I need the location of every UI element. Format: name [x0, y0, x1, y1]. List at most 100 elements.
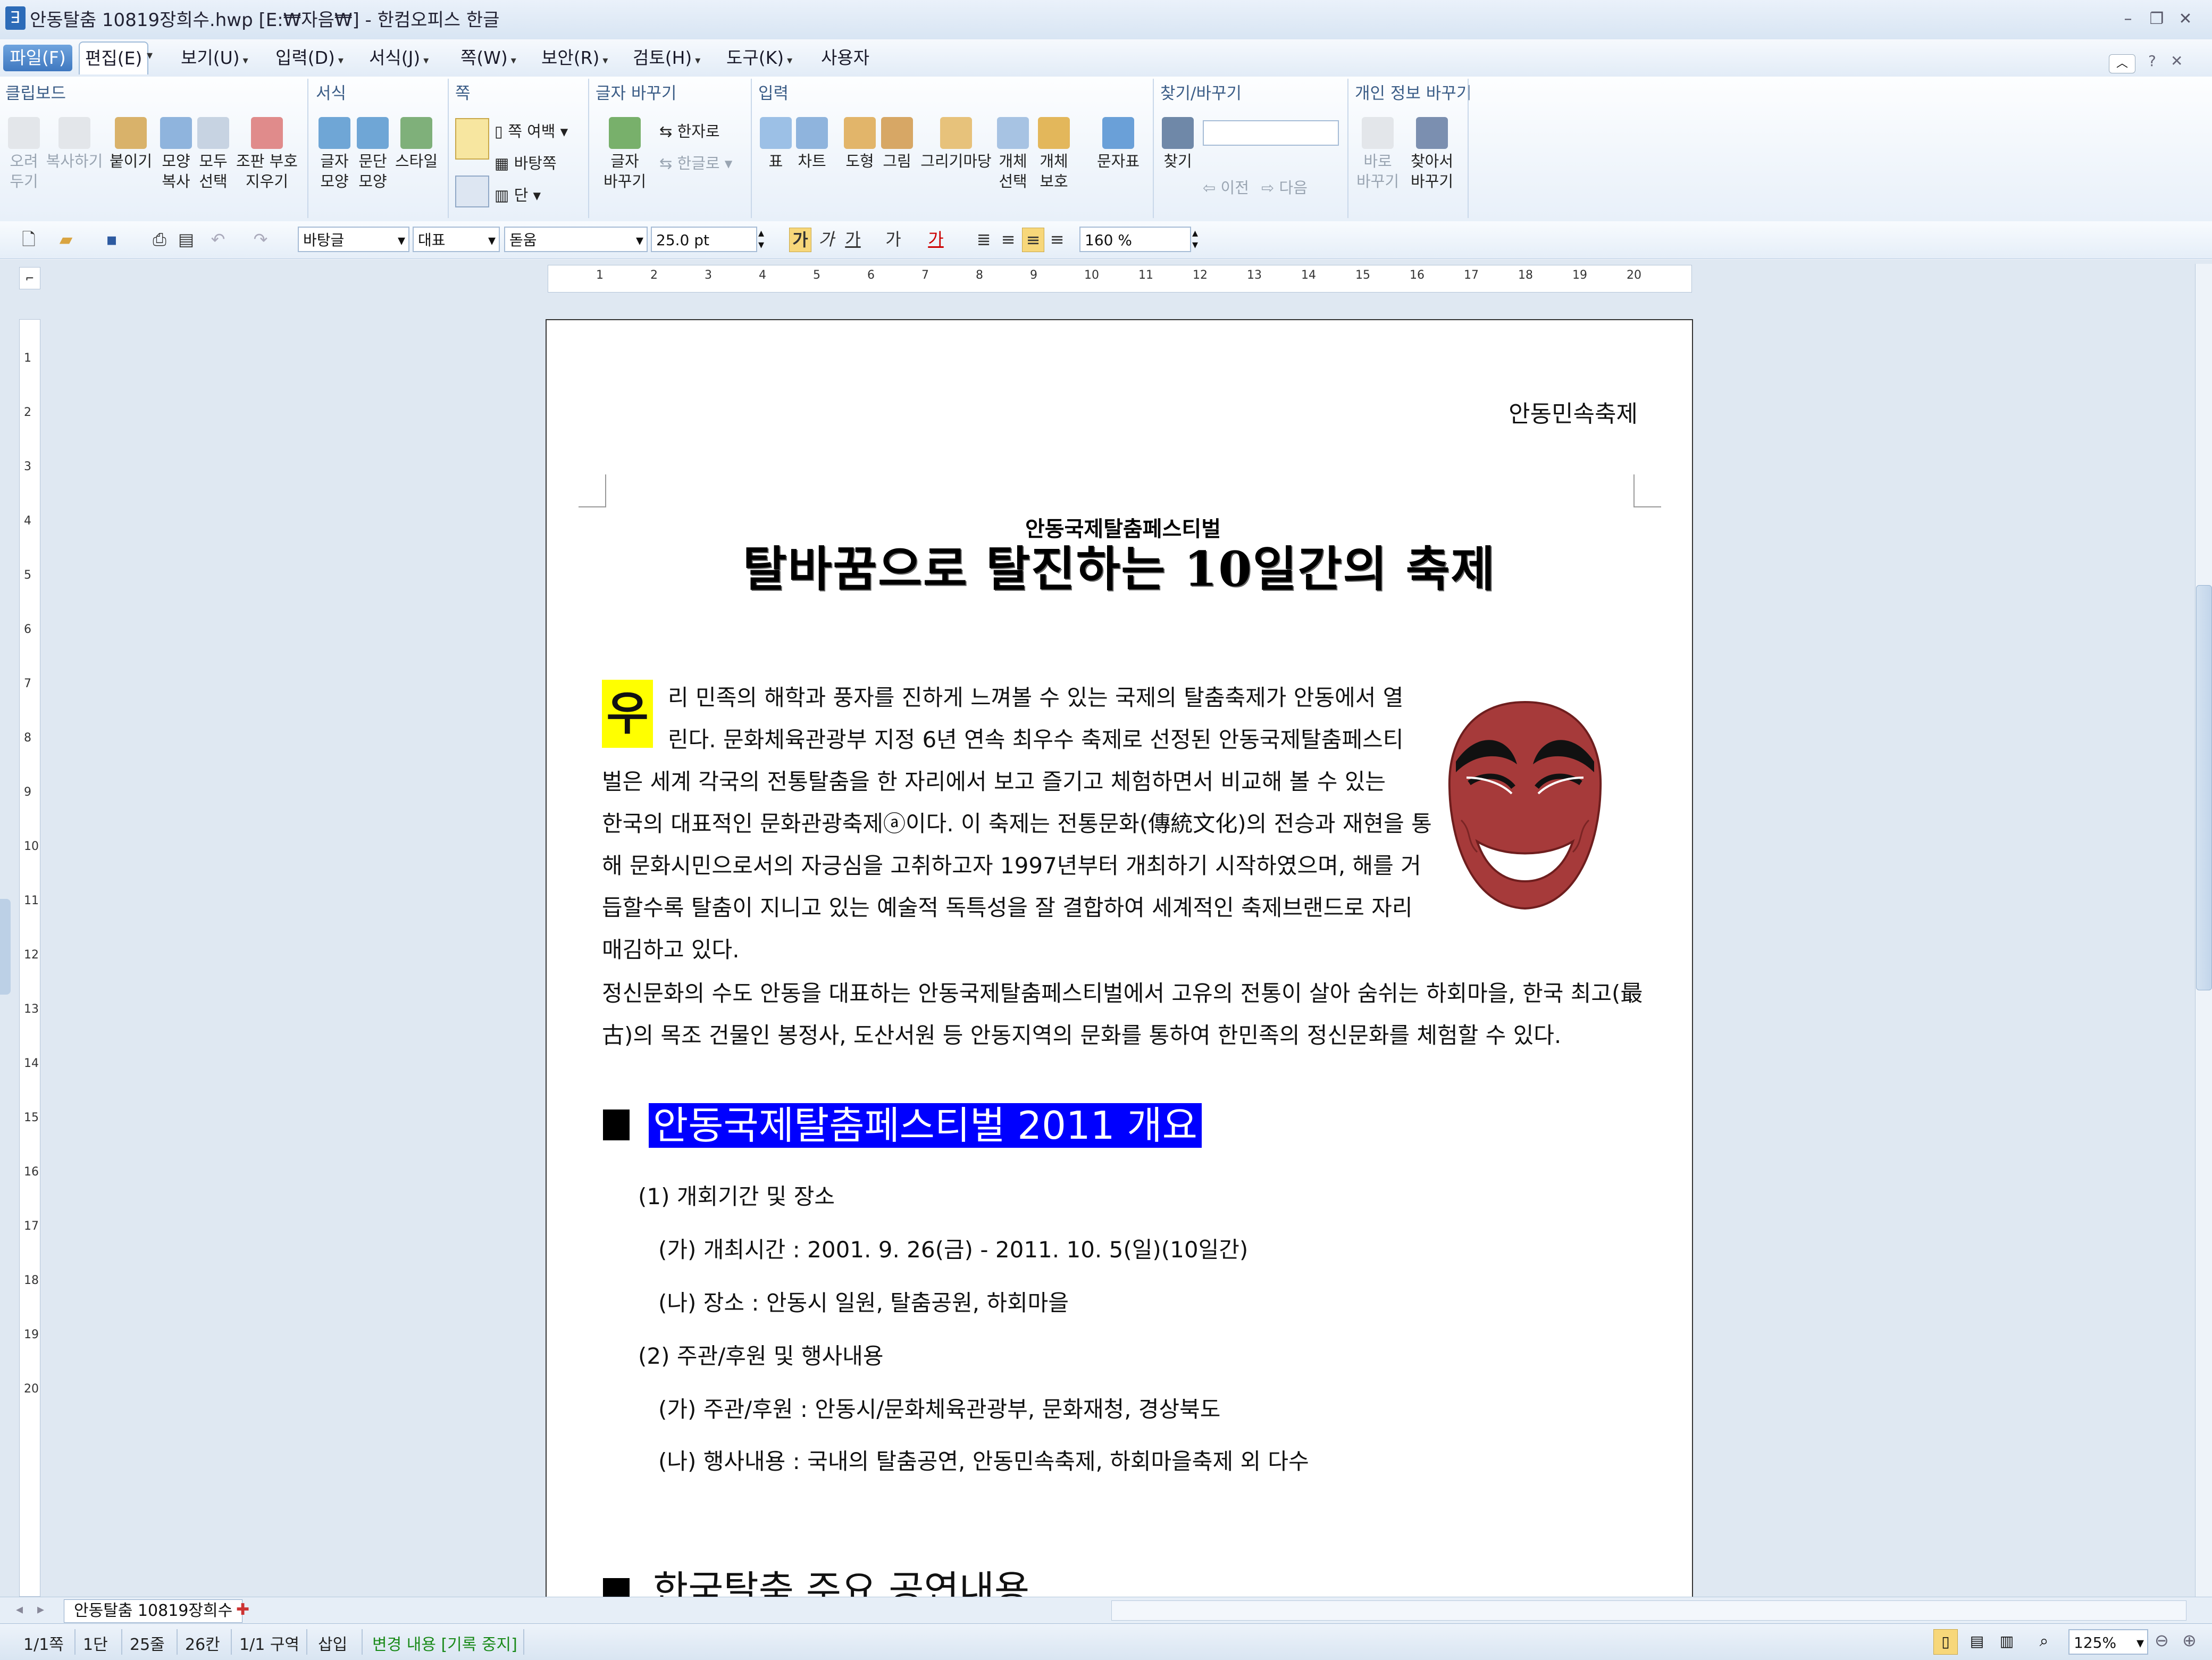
- margins-button[interactable]: ▯ 쪽 여백 ▾: [495, 119, 568, 141]
- ribbon-collapse-icon[interactable]: ︿: [2109, 54, 2135, 73]
- new-document-icon[interactable]: 🗋: [18, 228, 39, 251]
- menu-review[interactable]: 검토(H) ▾: [627, 45, 706, 71]
- zoom-in-icon[interactable]: ⊕: [2182, 1630, 2197, 1650]
- tab-stop-icon[interactable]: ⌐: [19, 267, 40, 289]
- redo-icon[interactable]: ↷: [250, 228, 271, 251]
- columns-button[interactable]: ▥ 단 ▾: [495, 183, 541, 205]
- font-size-input[interactable]: 25.0 pt: [651, 227, 757, 252]
- hahoe-mask-image[interactable]: [1445, 698, 1605, 911]
- size-stepper-icon[interactable]: ▴ ▾: [758, 228, 764, 251]
- language-select[interactable]: 대표 ▾: [413, 227, 500, 252]
- page-layout-icon[interactable]: [455, 176, 489, 207]
- menu-edit[interactable]: 편집(E): [79, 41, 149, 74]
- object-select-button[interactable]: 개체 선택: [995, 117, 1030, 191]
- status-track-changes[interactable]: 변경 내용 [기록 중지]: [372, 1631, 517, 1655]
- to-hangul-button[interactable]: ⇆ 한글로 ▾: [659, 151, 732, 173]
- style-select[interactable]: 바탕글 ▾: [298, 227, 409, 252]
- shape-button[interactable]: 도형: [842, 117, 877, 171]
- open-folder-icon[interactable]: ▰: [55, 228, 77, 251]
- align-center-icon[interactable]: ≡: [1022, 228, 1044, 252]
- chevron-down-icon: ▾: [423, 54, 429, 66]
- remove-markers-button[interactable]: 조판 부호 지우기: [234, 117, 300, 191]
- side-panel-handle[interactable]: [0, 899, 11, 995]
- char-shape-button[interactable]: 글자 모양: [316, 117, 353, 191]
- drawing-yard-button[interactable]: 그리기마당: [920, 117, 992, 171]
- horizontal-scrollbar[interactable]: [1111, 1600, 2186, 1621]
- preview-icon[interactable]: ▤: [175, 228, 197, 251]
- page-icon[interactable]: [455, 118, 489, 160]
- italic-icon[interactable]: 가: [816, 228, 837, 251]
- menu-view-label: 보기(U): [181, 47, 240, 68]
- ruler-number: 14: [1301, 269, 1316, 282]
- help-icon[interactable]: ?: [2148, 52, 2156, 70]
- menu-tools[interactable]: 도구(K) ▾: [721, 45, 798, 71]
- undo-icon[interactable]: ↶: [207, 228, 229, 251]
- chart-button[interactable]: 차트: [794, 117, 830, 171]
- font-select[interactable]: 돋움 ▾: [504, 227, 648, 252]
- vertical-scroll-thumb[interactable]: [2196, 585, 2212, 990]
- para-shape-button[interactable]: 문단 모양: [354, 117, 391, 191]
- vertical-ruler[interactable]: 1 2 3 4 5 6 7 8 9 10 11 12 13 14 15 16 17 18 19 20: [19, 319, 40, 1597]
- object-protect-label: 개체: [1040, 152, 1068, 170]
- bold-icon[interactable]: 가: [789, 228, 811, 252]
- horizontal-ruler[interactable]: 1 2 3 4 5 6 7 8 9 10 11 12 13 14 15 16 17 18 19 20: [548, 265, 1692, 293]
- object-protect-button[interactable]: 개체 보호: [1034, 117, 1074, 191]
- picture-button[interactable]: 그림: [879, 117, 915, 171]
- align-justify-icon[interactable]: ≣: [973, 228, 994, 251]
- close-doc-icon[interactable]: ✕: [2171, 52, 2183, 70]
- restore-icon[interactable]: ❐: [2146, 10, 2167, 29]
- line-stepper-icon[interactable]: ▴ ▾: [1192, 228, 1198, 251]
- page-view-icon[interactable]: ▯: [1933, 1629, 1958, 1655]
- replace-now-button[interactable]: 바로 바꾸기: [1355, 117, 1401, 191]
- chevron-down-icon[interactable]: ▾: [147, 49, 153, 62]
- shape-copy-button[interactable]: 모양 복사: [158, 117, 194, 191]
- font-color-icon[interactable]: 가: [925, 228, 946, 251]
- background-page-button[interactable]: ▦ 바탕쪽: [495, 151, 557, 173]
- menu-format[interactable]: 서식(J) ▾: [364, 45, 434, 71]
- draft-view-icon[interactable]: ▤: [1965, 1629, 1989, 1654]
- table-button[interactable]: 표: [758, 117, 793, 171]
- menu-insert[interactable]: 입력(D) ▾: [270, 45, 349, 71]
- save-icon[interactable]: ▪: [101, 228, 122, 251]
- web-view-icon[interactable]: ▥: [1995, 1629, 2018, 1654]
- status-insert-mode[interactable]: 삽입: [318, 1631, 347, 1655]
- underline-icon[interactable]: 가: [842, 228, 864, 251]
- status-page[interactable]: 1/1쪽: [23, 1631, 64, 1655]
- menu-view[interactable]: 보기(U) ▾: [175, 45, 254, 71]
- hwp-icon[interactable]: ꓱ: [5, 6, 26, 30]
- menu-user[interactable]: 사용자: [816, 45, 875, 71]
- find-button[interactable]: 찾기: [1160, 117, 1195, 171]
- ruler-number: 2: [24, 406, 31, 419]
- minimize-icon[interactable]: –: [2117, 10, 2139, 29]
- align-right-icon[interactable]: ≡: [1046, 228, 1068, 251]
- tab-scroll-left-icon[interactable]: ◂: [16, 1601, 23, 1617]
- zoom-icon[interactable]: ⌕: [2032, 1629, 2056, 1654]
- new-tab-icon[interactable]: ✚: [236, 1600, 249, 1619]
- menu-security[interactable]: 보안(R) ▾: [536, 45, 613, 71]
- close-icon[interactable]: ✕: [2175, 10, 2196, 29]
- find-next-button[interactable]: ⇨ 다음: [1261, 176, 1308, 198]
- select-all-button[interactable]: 모두 선택: [196, 117, 231, 191]
- char-map-button[interactable]: 문자표: [1094, 117, 1142, 171]
- align-left-icon[interactable]: ≡: [998, 228, 1019, 251]
- print-icon[interactable]: ⎙: [149, 228, 170, 251]
- paste-button[interactable]: 붙이기: [106, 117, 155, 171]
- document-page[interactable]: 안동민속축제 안동국제탈춤페스티벌 탈바꿈으로 탈진하는 10일간의 축제 우 …: [546, 319, 1693, 1619]
- cut-button[interactable]: 오려 두기: [5, 117, 43, 191]
- zoom-out-icon[interactable]: ⊖: [2155, 1630, 2169, 1650]
- find-prev-button[interactable]: ⇦ 이전: [1203, 176, 1249, 198]
- menu-file[interactable]: 파일(F): [3, 45, 72, 71]
- find-input[interactable]: [1203, 120, 1339, 146]
- menu-page[interactable]: 쪽(W) ▾: [455, 45, 522, 71]
- strikethrough-icon[interactable]: 가: [883, 228, 904, 251]
- style-button[interactable]: 스타일: [392, 117, 440, 171]
- copy-button[interactable]: 복사하기: [45, 117, 104, 171]
- tab-scroll-right-icon[interactable]: ▸: [37, 1601, 44, 1617]
- glyph-change-button[interactable]: 글자 바꾸기: [596, 117, 654, 191]
- find-replace-privacy-button[interactable]: 찾아서 바꾸기: [1404, 117, 1460, 191]
- zoom-select[interactable]: 125% ▾: [2068, 1629, 2148, 1655]
- line-spacing-input[interactable]: 160 %: [1079, 227, 1191, 252]
- to-hanja-button[interactable]: ⇆ 한자로: [659, 119, 720, 141]
- tab-document[interactable]: 안동탈춤 10819장희수: [64, 1599, 243, 1623]
- char-shape-label-2: 모양: [320, 172, 349, 190]
